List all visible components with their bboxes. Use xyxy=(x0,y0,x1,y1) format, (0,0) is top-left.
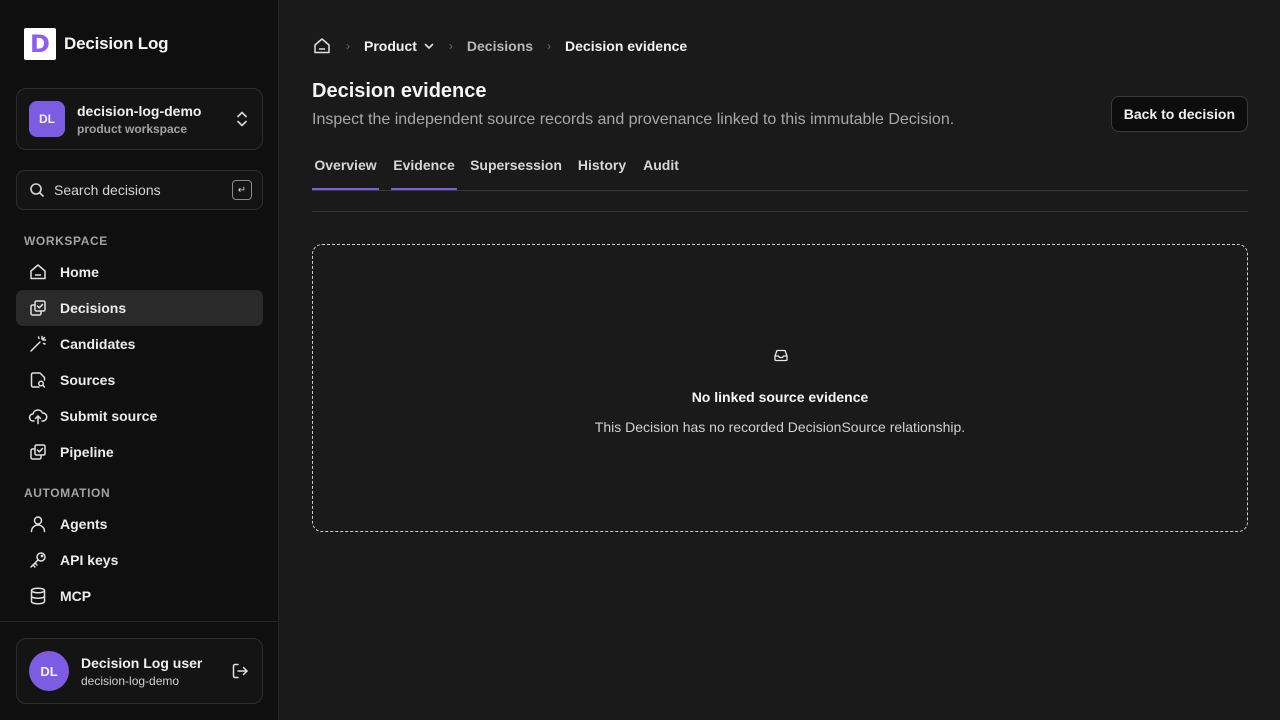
workspace-subtitle: product workspace xyxy=(77,121,188,136)
tab-supersession[interactable]: Supersession xyxy=(470,150,562,190)
empty-state-title: No linked source evidence xyxy=(691,389,869,405)
brand[interactable]: D Decision Log xyxy=(24,28,169,60)
tab-bar: Overview Evidence Supersession History A… xyxy=(312,150,1248,191)
sidebar-item-pipeline[interactable]: Pipeline xyxy=(16,434,263,470)
back-to-decision-button[interactable]: Back to decision xyxy=(1110,96,1248,132)
breadcrumb: › Product › Decisions › Decision evidenc… xyxy=(312,36,687,56)
app-logo: D xyxy=(24,28,56,60)
key-icon xyxy=(30,552,46,568)
user-icon xyxy=(30,516,46,533)
chevron-right-icon: › xyxy=(448,39,453,53)
page-description: Inspect the independent source records a… xyxy=(312,111,955,128)
workspace-avatar: DL xyxy=(29,101,65,137)
sidebar-item-label: MCP xyxy=(60,588,92,604)
inbox-icon xyxy=(774,349,788,362)
breadcrumb-current: Decision evidence xyxy=(565,38,688,54)
sidebar-item-candidates[interactable]: Candidates xyxy=(16,326,263,362)
sidebar-item-api-keys[interactable]: API keys xyxy=(16,542,263,578)
tab-overview[interactable]: Overview xyxy=(312,150,379,190)
page-title: Decision evidence xyxy=(312,80,487,102)
tab-history[interactable]: History xyxy=(576,150,628,190)
sidebar-item-home[interactable]: Home xyxy=(16,254,263,290)
user-avatar: DL xyxy=(29,651,69,691)
database-icon xyxy=(30,587,46,605)
tab-evidence[interactable]: Evidence xyxy=(391,150,457,190)
sidebar-item-label: Sources xyxy=(60,372,116,388)
sidebar-item-agents[interactable]: Agents xyxy=(16,506,263,542)
main-content: › Product › Decisions › Decision evidenc… xyxy=(312,0,1248,720)
breadcrumb-decisions[interactable]: Decisions xyxy=(467,38,533,54)
decisions-icon xyxy=(30,300,46,316)
pipeline-icon xyxy=(30,444,46,460)
user-name: Decision Log user xyxy=(81,654,203,671)
tab-audit[interactable]: Audit xyxy=(641,150,681,190)
sidebar-item-sources[interactable]: Sources xyxy=(16,362,263,398)
sidebar-item-decisions[interactable]: Decisions xyxy=(16,290,263,326)
logout-icon[interactable] xyxy=(230,661,250,681)
sidebar-item-label: API keys xyxy=(60,552,119,568)
file-search-icon xyxy=(30,372,46,388)
cloud-upload-icon xyxy=(28,409,48,425)
sidebar-item-label: Submit source xyxy=(60,408,158,424)
sidebar-item-label: Agents xyxy=(60,516,108,532)
divider xyxy=(312,211,1248,212)
sidebar-item-label: Candidates xyxy=(60,336,136,352)
chevron-right-icon: › xyxy=(547,39,552,53)
user-card: DL Decision Log user decision-log-demo xyxy=(16,638,263,704)
divider xyxy=(0,621,279,622)
chevron-up-down-icon xyxy=(237,111,247,127)
sidebar-item-label: Pipeline xyxy=(60,444,114,460)
home-icon xyxy=(30,264,46,280)
workspace-name: decision-log-demo xyxy=(77,102,202,119)
empty-state-message: This Decision has no recorded DecisionSo… xyxy=(594,419,966,435)
search-label: Search decisions xyxy=(54,182,161,198)
search-icon xyxy=(30,183,44,197)
sidebar-item-label: Home xyxy=(60,264,99,280)
chevron-right-icon: › xyxy=(346,39,350,53)
magic-wand-icon xyxy=(30,335,47,352)
section-label-automation: AUTOMATION xyxy=(24,486,111,500)
sidebar-item-label: Decisions xyxy=(60,300,127,316)
breadcrumb-product[interactable]: Product xyxy=(364,38,417,54)
workspace-switcher[interactable]: DL decision-log-demo product workspace xyxy=(16,88,263,150)
app-name: Decision Log xyxy=(64,34,169,53)
empty-state: No linked source evidence This Decision … xyxy=(312,244,1248,532)
sidebar: D Decision Log DL decision-log-demo prod… xyxy=(0,0,279,720)
section-label-workspace: WORKSPACE xyxy=(24,234,108,248)
home-icon[interactable] xyxy=(312,36,332,56)
chevron-down-icon[interactable] xyxy=(423,40,435,52)
user-workspace: decision-log-demo xyxy=(81,673,180,688)
search-decisions-button[interactable]: Search decisions ↵ xyxy=(16,170,263,210)
sidebar-item-submit-source[interactable]: Submit source xyxy=(16,398,263,434)
enter-key-icon: ↵ xyxy=(232,180,252,200)
sidebar-item-mcp[interactable]: MCP xyxy=(16,578,263,614)
